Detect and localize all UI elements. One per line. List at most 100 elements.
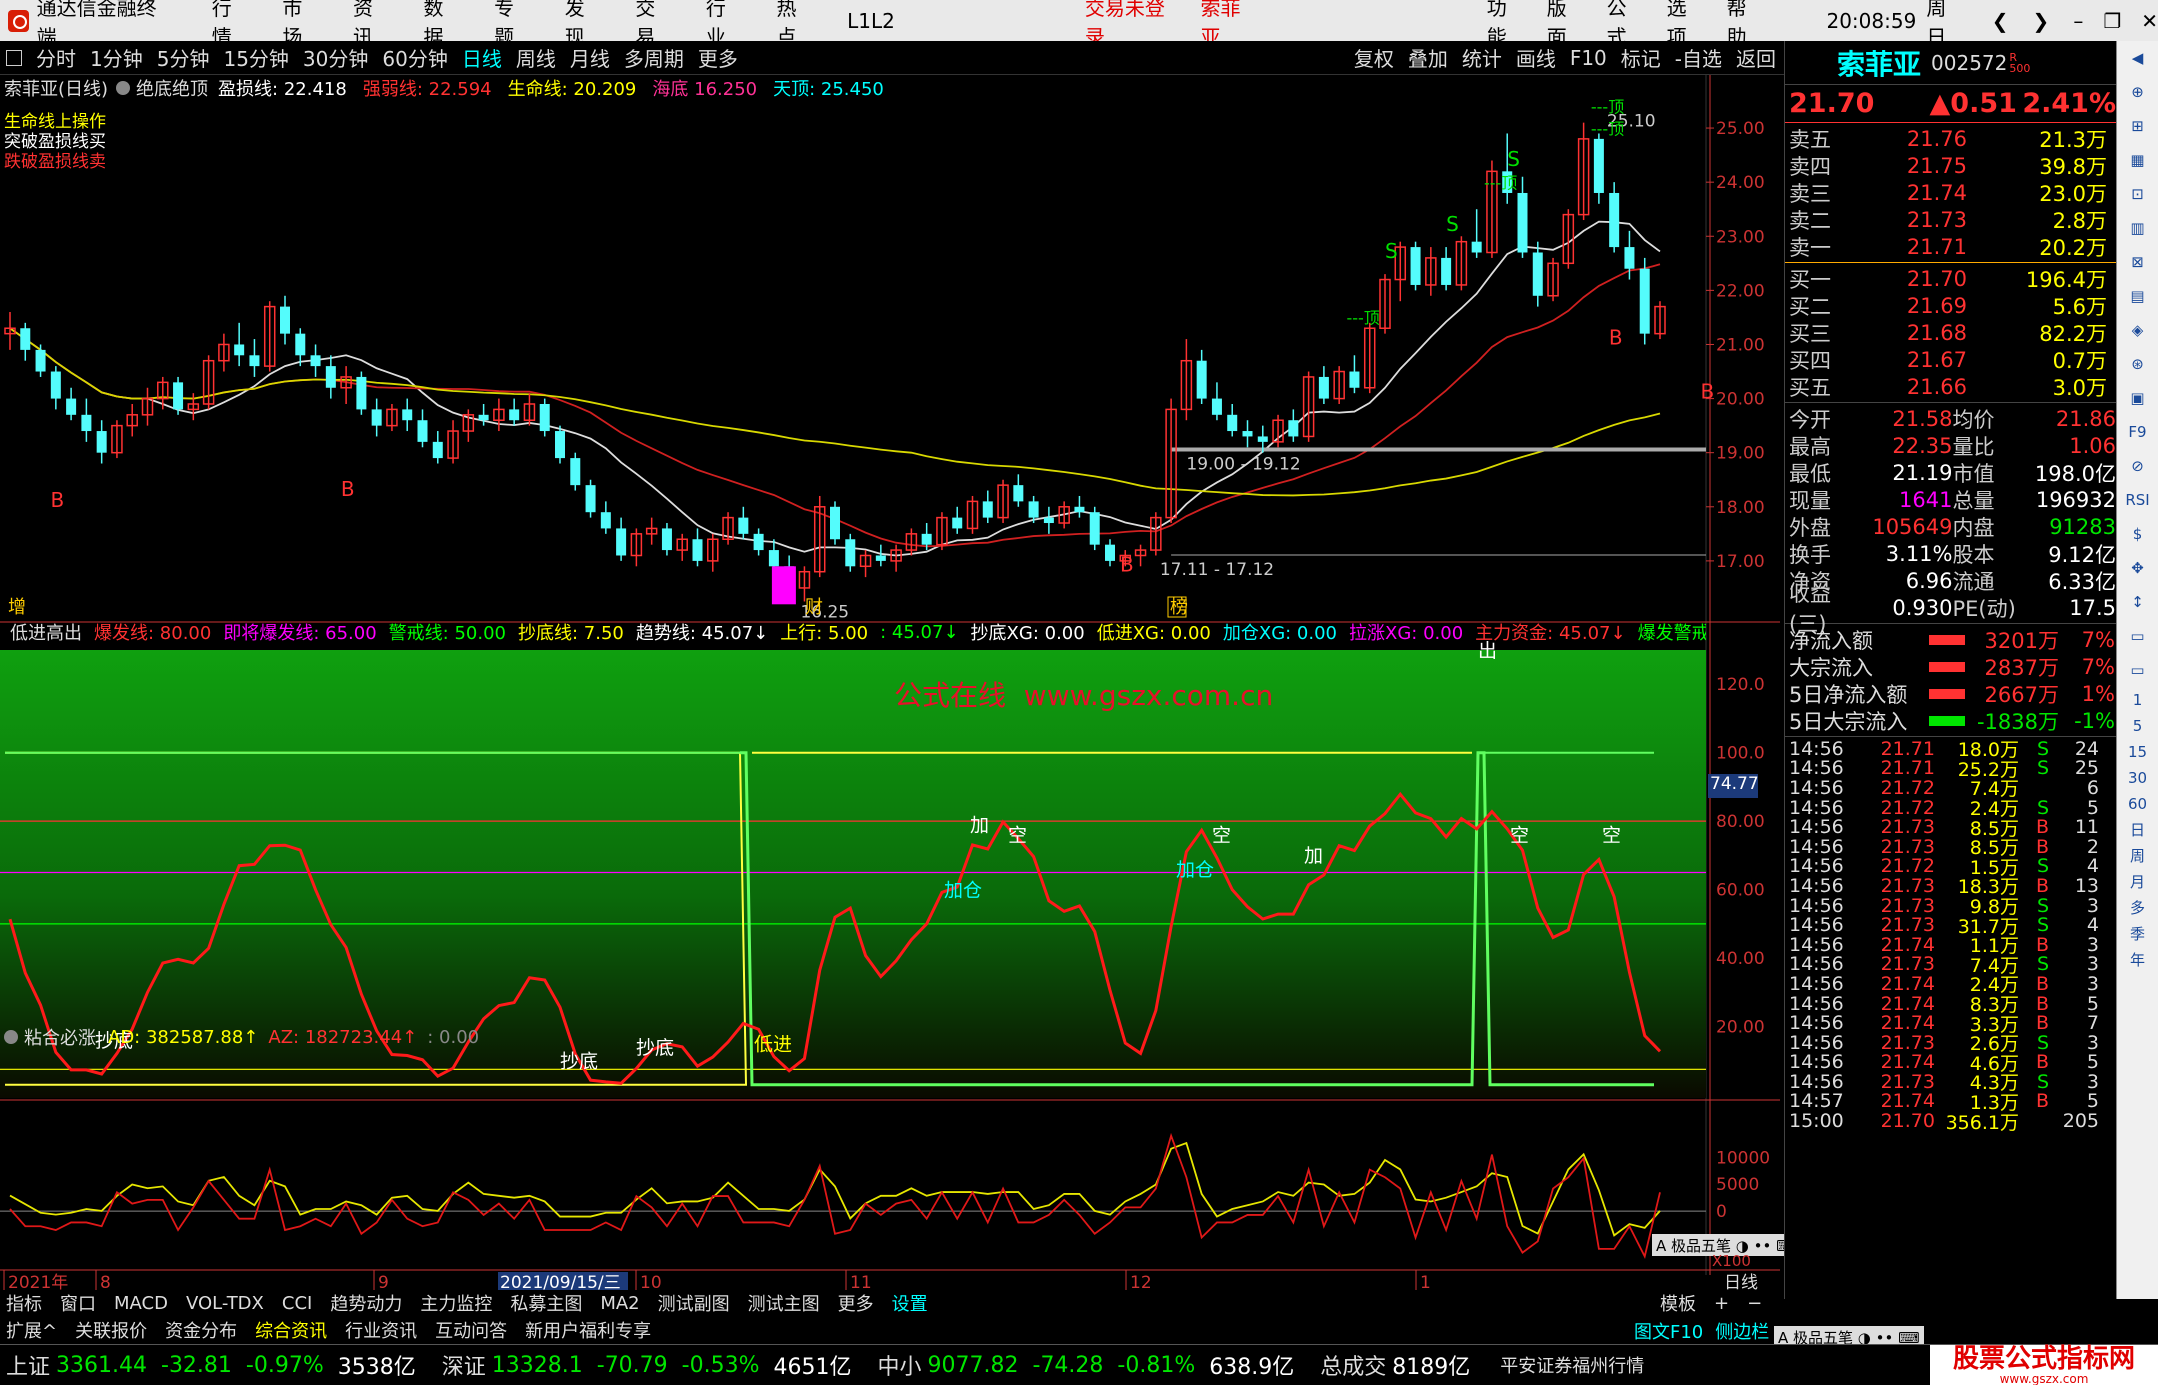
side-tool-icon-6[interactable]: ⊠ xyxy=(2117,245,2158,279)
chart-tool-0[interactable]: 复权 xyxy=(1354,43,1394,72)
extension-tab-3[interactable]: 综合资讯 xyxy=(255,1317,327,1343)
side-tool-icon-14[interactable]: $ xyxy=(2117,517,2158,551)
period-tab-4[interactable]: 30分钟 xyxy=(303,43,368,72)
indicator-tab-10[interactable]: 测试主图 xyxy=(748,1290,820,1316)
side-tool-icon-17[interactable]: ▭ xyxy=(2117,619,2158,653)
extension-tab-1[interactable]: 关联报价 xyxy=(75,1317,147,1343)
period-tab-2[interactable]: 5分钟 xyxy=(157,43,210,72)
chart-tool-5[interactable]: 标记 xyxy=(1621,43,1661,72)
side-period-30[interactable]: 30 xyxy=(2117,765,2158,791)
chart-tool-7[interactable]: 返回 xyxy=(1736,43,1776,72)
side-period-15[interactable]: 15 xyxy=(2117,739,2158,765)
side-tool-icon-2[interactable]: ⊞ xyxy=(2117,109,2158,143)
bid-row[interactable]: 买二 21.69 5.6万 xyxy=(1789,292,2116,319)
f10-button[interactable]: 图文F10 xyxy=(1634,1318,1703,1344)
chart-svg[interactable]: 25.1019.00 - 19.1217.11 - 17.1216.25---顶… xyxy=(0,75,1780,1293)
add-icon[interactable]: + xyxy=(1714,1293,1729,1314)
indicator-tab-8[interactable]: MA2 xyxy=(600,1293,639,1314)
sub2-name[interactable]: 粘合必涨 xyxy=(24,1024,96,1050)
bid-row[interactable]: 买三 21.68 82.2万 xyxy=(1789,319,2116,346)
tick-list[interactable]: 14:56 21.71 18.0万 S 24 14:56 21.71 25.2万 S 25 14:5… xyxy=(1785,737,2116,1134)
menu-item-9[interactable]: L1L2 xyxy=(847,9,895,33)
side-cycle-3[interactable]: 多 xyxy=(2117,895,2158,921)
extension-tab-2[interactable]: 资金分布 xyxy=(165,1317,237,1343)
tick-count: 205 xyxy=(2062,1110,2099,1133)
indicator-tab-4[interactable]: CCI xyxy=(282,1293,312,1314)
period-tab-0[interactable]: 分时 xyxy=(36,43,76,72)
side-period-1[interactable]: 1 xyxy=(2117,687,2158,713)
toolbar-square-icon[interactable] xyxy=(6,49,22,66)
candle-body xyxy=(20,328,31,350)
side-cycle-2[interactable]: 月 xyxy=(2117,869,2158,895)
ask-row[interactable]: 卖三 21.74 23.0万 xyxy=(1789,179,2116,206)
period-tab-5[interactable]: 60分钟 xyxy=(382,43,447,72)
period-tab-9[interactable]: 多周期 xyxy=(624,43,684,72)
side-tool-icon-13[interactable]: RSI xyxy=(2117,483,2158,517)
side-tool-icon-3[interactable]: ▦ xyxy=(2117,143,2158,177)
period-tab-6[interactable]: 日线 xyxy=(462,43,502,72)
restore-icon[interactable]: ❐ xyxy=(2103,9,2121,33)
indicator-settings-icon[interactable] xyxy=(116,81,131,95)
side-tool-icon-15[interactable]: ✥ xyxy=(2117,551,2158,585)
extension-tab-4[interactable]: 行业资讯 xyxy=(345,1317,417,1343)
ask-row[interactable]: 卖四 21.75 39.8万 xyxy=(1789,152,2116,179)
template-button[interactable]: 模板 xyxy=(1660,1290,1696,1316)
chart-tool-2[interactable]: 统计 xyxy=(1462,43,1502,72)
side-tool-icon-7[interactable]: ▤ xyxy=(2117,279,2158,313)
sub2-settings-icon[interactable] xyxy=(4,1030,18,1044)
side-tool-icon-0[interactable]: ◀ xyxy=(2117,41,2158,75)
side-cycle-5[interactable]: 年 xyxy=(2117,947,2158,973)
ask-row[interactable]: 卖一 21.71 20.2万 xyxy=(1789,233,2116,260)
back-icon[interactable]: ❮ xyxy=(1992,9,2009,33)
chart-tool-6[interactable]: -自选 xyxy=(1675,43,1722,72)
indicator-tab-7[interactable]: 私募主图 xyxy=(510,1290,582,1316)
side-cycle-4[interactable]: 季 xyxy=(2117,921,2158,947)
side-tool-icon-16[interactable]: ↕ xyxy=(2117,585,2158,619)
indicator-tab-12[interactable]: 设置 xyxy=(892,1290,928,1316)
chart-tool-3[interactable]: 画线 xyxy=(1516,43,1556,72)
main-indicator-name[interactable]: 绝底绝顶 xyxy=(136,75,208,101)
period-tab-7[interactable]: 周线 xyxy=(516,43,556,72)
ask-row[interactable]: 卖五 21.76 21.3万 xyxy=(1789,125,2116,152)
side-tool-icon-18[interactable]: ▭ xyxy=(2117,653,2158,687)
minimize-icon[interactable]: – xyxy=(2073,9,2083,33)
indicator-tab-5[interactable]: 趋势动力 xyxy=(330,1290,402,1316)
indicator-tab-9[interactable]: 测试副图 xyxy=(658,1290,730,1316)
bid-row[interactable]: 买五 21.66 3.0万 xyxy=(1789,373,2116,400)
indicator-tab-11[interactable]: 更多 xyxy=(838,1290,874,1316)
period-tab-3[interactable]: 15分钟 xyxy=(223,43,288,72)
chart-tool-4[interactable]: F10 xyxy=(1570,46,1607,70)
bid-row[interactable]: 买一 21.70 196.4万 xyxy=(1789,265,2116,292)
side-period-60[interactable]: 60 xyxy=(2117,791,2158,817)
side-period-5[interactable]: 5 xyxy=(2117,713,2158,739)
period-tab-8[interactable]: 月线 xyxy=(570,43,610,72)
side-tool-icon-1[interactable]: ⊕ xyxy=(2117,75,2158,109)
side-cycle-0[interactable]: 日 xyxy=(2117,817,2158,843)
extension-tab-0[interactable]: 扩展^ xyxy=(6,1317,57,1343)
side-tool-icon-8[interactable]: ◈ xyxy=(2117,313,2158,347)
close-icon[interactable]: ✕ xyxy=(2141,9,2158,33)
indicator-tab-6[interactable]: 主力监控 xyxy=(420,1290,492,1316)
side-tool-icon-9[interactable]: ⊛ xyxy=(2117,347,2158,381)
side-tool-icon-12[interactable]: ⊘ xyxy=(2117,449,2158,483)
sidebar-button[interactable]: 侧边栏 xyxy=(1715,1318,1769,1344)
side-cycle-1[interactable]: 周 xyxy=(2117,843,2158,869)
sub1-name[interactable]: 低进高出 xyxy=(10,619,82,645)
ask-row[interactable]: 卖二 21.73 2.8万 xyxy=(1789,206,2116,233)
indicator-tab-1[interactable]: 窗口 xyxy=(60,1290,96,1316)
remove-icon[interactable]: − xyxy=(1747,1293,1762,1314)
forward-icon[interactable]: ❯ xyxy=(2033,9,2050,33)
indicator-tab-2[interactable]: MACD xyxy=(114,1293,168,1314)
period-tab-10[interactable]: 更多 xyxy=(698,43,738,72)
side-tool-icon-10[interactable]: ▣ xyxy=(2117,381,2158,415)
side-tool-icon-4[interactable]: ⊡ xyxy=(2117,177,2158,211)
chart-tool-1[interactable]: 叠加 xyxy=(1408,43,1448,72)
side-tool-icon-5[interactable]: ▥ xyxy=(2117,211,2158,245)
period-tab-1[interactable]: 1分钟 xyxy=(90,43,143,72)
indicator-tab-3[interactable]: VOL-TDX xyxy=(186,1293,264,1314)
side-tool-icon-11[interactable]: F9 xyxy=(2117,415,2158,449)
bid-row[interactable]: 买四 21.67 0.7万 xyxy=(1789,346,2116,373)
extension-tab-6[interactable]: 新用户福利专享 xyxy=(525,1317,651,1343)
indicator-tab-0[interactable]: 指标 xyxy=(6,1290,42,1316)
extension-tab-5[interactable]: 互动问答 xyxy=(435,1317,507,1343)
